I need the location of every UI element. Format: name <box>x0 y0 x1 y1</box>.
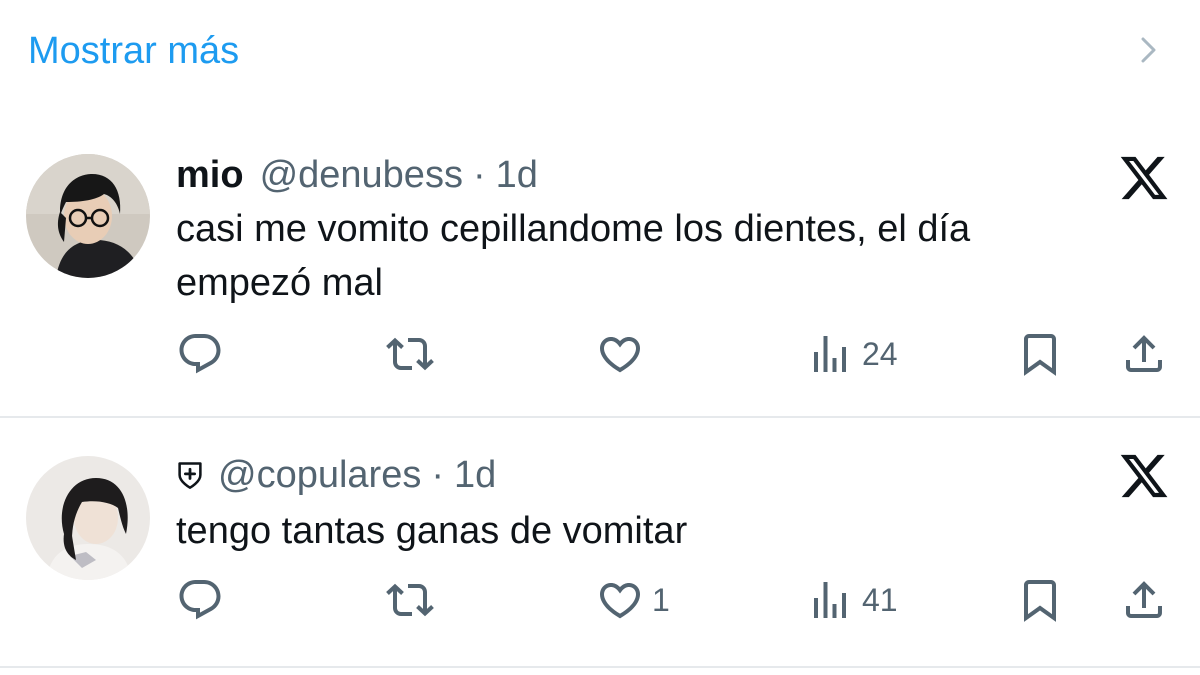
tweet-header: mio @denubess · 1d <box>176 152 538 198</box>
share-icon <box>1126 335 1162 372</box>
share-icon <box>1126 581 1162 618</box>
reply-button[interactable] <box>176 570 232 630</box>
share-button[interactable] <box>1120 570 1168 630</box>
x-logo-icon <box>1120 156 1168 200</box>
author-handle[interactable]: @denubess <box>260 152 463 198</box>
views-count: 24 <box>862 335 898 372</box>
views-button[interactable]: 41 <box>806 570 898 630</box>
bookmark-icon <box>1024 580 1056 622</box>
views-count: 41 <box>862 581 898 618</box>
tweet-card[interactable]: mio @denubess · 1d casi me vomito cepill… <box>0 130 1200 418</box>
x-logo-icon <box>1120 454 1168 498</box>
person-with-glasses-avatar <box>26 154 150 278</box>
repost-button[interactable] <box>386 570 442 630</box>
share-button[interactable] <box>1120 324 1168 384</box>
timestamp[interactable]: 1d <box>454 452 496 498</box>
like-button[interactable]: 1 <box>596 570 670 630</box>
views-button[interactable]: 24 <box>806 324 898 384</box>
avatar[interactable] <box>26 154 150 278</box>
repost-icon <box>386 337 434 371</box>
tweet-text: tengo tantas ganas de vomitar <box>176 510 688 552</box>
author-handle[interactable]: @copulares <box>218 452 421 498</box>
repost-icon <box>386 583 434 617</box>
author-name[interactable]: mio <box>176 152 244 198</box>
bookmark-button[interactable] <box>1016 570 1064 630</box>
like-icon <box>599 337 641 373</box>
separator-dot: · <box>472 154 486 196</box>
tweet-actions: 1 41 <box>0 570 1200 630</box>
like-button[interactable] <box>596 324 652 384</box>
avatar[interactable] <box>26 456 150 580</box>
repost-button[interactable] <box>386 324 442 384</box>
views-icon <box>814 582 846 618</box>
show-more-row[interactable]: Mostrar más <box>0 0 1200 100</box>
reply-icon <box>179 334 221 374</box>
shield-plus-icon <box>178 462 202 489</box>
reply-icon <box>179 580 221 620</box>
tweet-actions: 24 <box>0 324 1200 384</box>
show-more-link[interactable]: Mostrar más <box>28 28 239 74</box>
reply-button[interactable] <box>176 324 232 384</box>
timestamp[interactable]: 1d <box>496 152 538 198</box>
tweet-header: @copulares · 1d <box>176 452 496 498</box>
tweet-card[interactable]: @copulares · 1d tengo tantas ganas de vo… <box>0 418 1200 666</box>
tweet-text: casi me vomito cepillandome los dientes,… <box>176 208 971 304</box>
separator-dot: · <box>431 454 444 496</box>
person-long-hair-avatar <box>26 456 150 580</box>
bookmark-icon <box>1024 334 1056 376</box>
tweet-divider <box>0 666 1200 668</box>
views-icon <box>814 336 846 372</box>
bookmark-button[interactable] <box>1016 324 1064 384</box>
chevron-right-icon <box>1141 37 1156 63</box>
like-icon <box>599 583 641 619</box>
like-count: 1 <box>652 581 670 618</box>
